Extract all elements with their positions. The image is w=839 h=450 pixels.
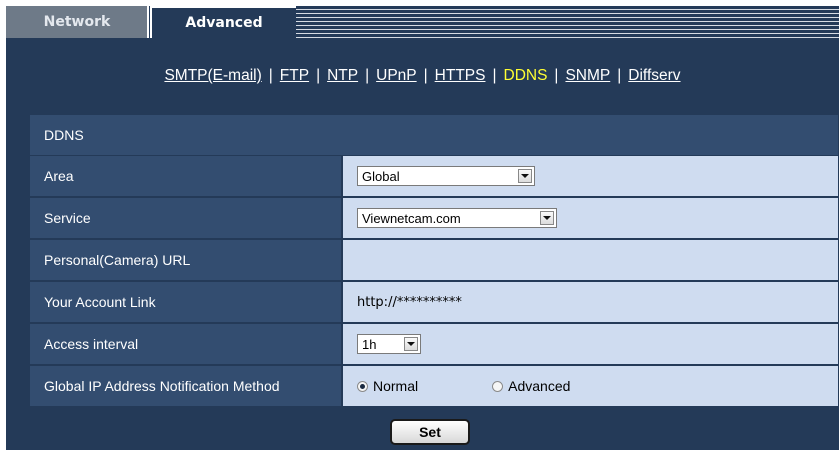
service-select[interactable]: Viewnetcam.com [357,208,557,228]
radio-normal-label: Normal [373,378,419,394]
access-interval-label: Access interval [30,324,341,364]
tab-advanced[interactable]: Advanced [152,6,296,38]
account-link-label: Your Account Link [30,282,341,322]
notification-method-row: Global IP Address Notification Method No… [30,366,838,408]
chevron-down-icon[interactable] [518,169,532,183]
nav-separator: | [423,67,428,84]
section-header-row: DDNS [30,115,838,156]
nav-link-smtp[interactable]: SMTP(E-mail) [164,67,261,84]
chevron-down-icon[interactable] [404,337,418,351]
nav-separator: | [365,67,370,84]
account-link-row: Your Account Link http://********** [30,282,838,324]
nav-link-ddns[interactable]: DDNS [504,67,548,84]
area-select-value: Global [362,168,400,184]
nav-link-diffserv[interactable]: Diffserv [628,67,680,84]
nav-separator: | [492,67,497,84]
chevron-down-icon[interactable] [540,211,554,225]
tab-network[interactable]: Network [6,6,150,38]
set-button[interactable]: Set [390,419,470,445]
access-interval-select[interactable]: 1h [357,334,421,354]
radio-selected-icon[interactable] [357,380,368,392]
personal-url-row: Personal(Camera) URL [30,240,838,282]
personal-url-value [343,240,838,280]
nav-link-ftp[interactable]: FTP [280,67,309,84]
settings-panel: SMTP(E-mail) | FTP | NTP | UPnP | HTTPS | DDNS | SNM… [6,38,839,450]
radio-advanced-label: Advanced [508,378,571,394]
nav-link-https[interactable]: HTTPS [435,67,486,84]
service-select-value: Viewnetcam.com [362,210,461,226]
sub-navigation: SMTP(E-mail) | FTP | NTP | UPnP | HTTPS | DDNS | SNM… [6,67,839,85]
nav-link-upnp[interactable]: UPnP [376,67,417,84]
nav-separator: | [554,67,559,84]
nav-separator: | [316,67,321,84]
ddns-settings-table: DDNS Area Global Service Viewnetcam.com … [30,115,838,408]
area-label: Area [30,156,341,196]
radio-normal[interactable]: Normal [357,378,418,394]
tab-bar: Network Advanced [0,0,839,38]
nav-separator: | [268,67,273,84]
nav-link-snmp[interactable]: SNMP [565,67,610,84]
radio-advanced[interactable]: Advanced [492,378,570,394]
area-select[interactable]: Global [357,166,535,186]
service-row: Service Viewnetcam.com [30,198,838,240]
service-label: Service [30,198,341,238]
tab-bar-decoration [296,6,839,38]
access-interval-row: Access interval 1h [30,324,838,366]
area-row: Area Global [30,156,838,198]
section-title: DDNS [30,115,838,155]
nav-separator: | [617,67,622,84]
account-link-value[interactable]: http://********** [357,295,462,310]
access-interval-select-value: 1h [362,336,377,352]
notification-method-label: Global IP Address Notification Method [30,366,341,406]
personal-url-label: Personal(Camera) URL [30,240,341,280]
radio-unselected-icon[interactable] [492,380,504,392]
nav-link-ntp[interactable]: NTP [327,67,358,84]
